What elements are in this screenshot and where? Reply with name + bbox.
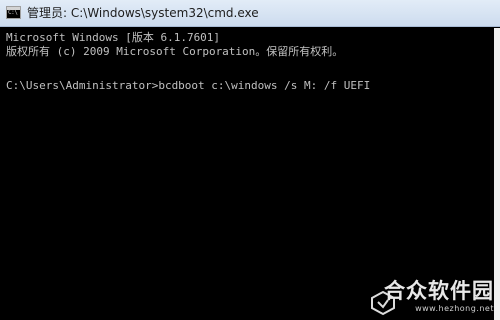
cmd-window: C:\ 管理员: C:\Windows\system32\cmd.exe Mic…: [0, 0, 500, 320]
watermark-name: 合众软件园: [384, 279, 494, 303]
watermark: 合众软件园 www.hezhong.net: [384, 278, 494, 314]
console-command-line[interactable]: C:\Users\Administrator>bcdboot c:\window…: [6, 79, 370, 93]
cmd-icon[interactable]: C:\: [6, 6, 21, 19]
console-line-version: Microsoft Windows [版本 6.1.7601]: [6, 31, 221, 44]
console-line-copyright: 版权所有 (c) 2009 Microsoft Corporation。保留所有…: [6, 45, 344, 58]
title-bar[interactable]: C:\ 管理员: C:\Windows\system32\cmd.exe: [0, 0, 500, 27]
vertical-scrollbar[interactable]: [494, 28, 500, 320]
window-title: 管理员: C:\Windows\system32\cmd.exe: [27, 6, 259, 20]
watermark-url: www.hezhong.net: [415, 304, 494, 313]
console-output[interactable]: Microsoft Windows [版本 6.1.7601] 版权所有 (c)…: [0, 28, 500, 320]
